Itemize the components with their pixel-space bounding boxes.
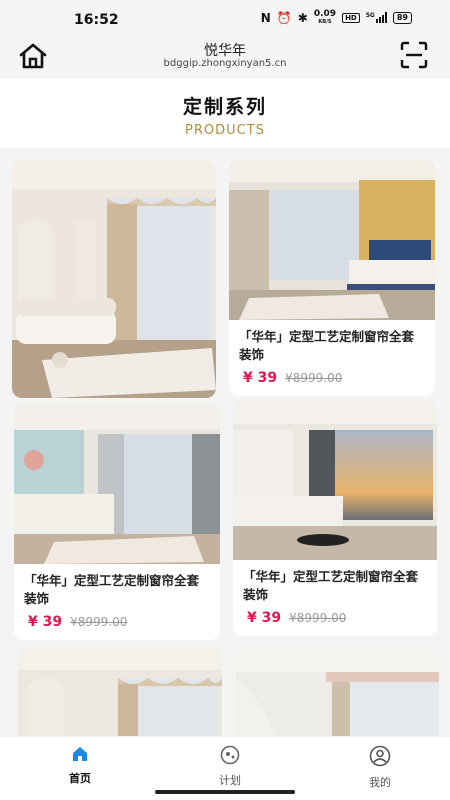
net-speed: 0.09 KB/S bbox=[313, 9, 337, 26]
browser-bar: 悦华年 bdggip.zhongxinyan5.cn bbox=[0, 34, 450, 78]
home-indicator bbox=[155, 790, 295, 794]
status-icons: N ⏰ ✱ 0.09 KB/S HD 5G 89 bbox=[261, 10, 412, 25]
product-card[interactable] bbox=[12, 160, 216, 398]
nfc-icon: N bbox=[260, 10, 271, 25]
product-image bbox=[229, 160, 435, 320]
tab-profile[interactable]: 我的 bbox=[340, 745, 420, 790]
signal-label: 5G bbox=[365, 12, 375, 19]
home-icon bbox=[73, 747, 87, 761]
status-time: 16:52 bbox=[74, 12, 119, 28]
product-card[interactable]: 「华年」定型工艺定制窗帘全套装饰 ¥ 39 ¥8999.00 bbox=[233, 400, 437, 636]
scan-button[interactable] bbox=[400, 41, 428, 69]
product-title: 「华年」定型工艺定制窗帘全套装饰 bbox=[243, 569, 419, 602]
bluetooth-icon: ✱ bbox=[297, 10, 308, 25]
battery-icon: 89 bbox=[392, 11, 412, 24]
price-row: ¥ 39 ¥8999.00 bbox=[233, 604, 437, 632]
status-bar: 16:52 N ⏰ ✱ 0.09 KB/S HD 5G 89 bbox=[0, 0, 450, 34]
product-old-price: ¥8999.00 bbox=[70, 615, 128, 629]
tab-plan[interactable]: 计划 bbox=[190, 745, 270, 788]
tab-home[interactable]: 首页 bbox=[40, 745, 120, 786]
tab-label: 首页 bbox=[69, 772, 91, 785]
tab-label: 计划 bbox=[219, 774, 241, 787]
site-title: 悦华年 bbox=[204, 43, 246, 59]
bottom-tab-bar: 首页 计划 我的 bbox=[0, 736, 450, 800]
product-old-price: ¥8999.00 bbox=[289, 611, 347, 625]
price-row: ¥ 39 ¥8999.00 bbox=[229, 364, 435, 392]
product-card[interactable] bbox=[236, 648, 439, 736]
section-title: 定制系列 bbox=[182, 96, 267, 118]
product-card[interactable]: 「华年」定型工艺定制窗帘全套装饰 ¥ 39 ¥8999.00 bbox=[14, 404, 220, 640]
profile-icon bbox=[369, 745, 391, 767]
product-card[interactable] bbox=[18, 648, 222, 736]
product-title: 「华年」定型工艺定制窗帘全套装饰 bbox=[239, 329, 415, 362]
product-card[interactable]: 「华年」定型工艺定制窗帘全套装饰 ¥ 39 ¥8999.00 bbox=[229, 160, 435, 396]
net-speed-unit: KB/S bbox=[318, 19, 332, 25]
net-speed-value: 0.09 bbox=[313, 9, 337, 19]
product-image bbox=[12, 160, 216, 398]
tab-label: 我的 bbox=[369, 776, 391, 789]
product-old-price: ¥8999.00 bbox=[285, 371, 343, 385]
hd-badge: HD bbox=[342, 12, 360, 23]
main-content[interactable]: 定制系列 PRODUCTS 「华年」定型工艺定制窗帘全套装饰 ¥ 39 ¥899… bbox=[0, 78, 450, 736]
price-row: ¥ 39 ¥8999.00 bbox=[14, 608, 220, 636]
product-image bbox=[14, 404, 220, 564]
signal-icon: 5G bbox=[366, 12, 387, 23]
alarm-icon: ⏰ bbox=[276, 10, 292, 25]
product-price: ¥ 39 bbox=[243, 370, 278, 386]
plan-icon bbox=[220, 745, 240, 765]
product-title: 「华年」定型工艺定制窗帘全套装饰 bbox=[24, 573, 200, 606]
product-price: ¥ 39 bbox=[28, 614, 63, 630]
scan-icon bbox=[400, 41, 428, 69]
product-price: ¥ 39 bbox=[247, 610, 282, 626]
section-header: 定制系列 PRODUCTS bbox=[0, 78, 450, 148]
product-image bbox=[233, 400, 437, 560]
section-subtitle: PRODUCTS bbox=[185, 123, 265, 138]
site-url[interactable]: bdggip.zhongxinyan5.cn bbox=[0, 58, 450, 69]
product-image bbox=[18, 648, 222, 736]
product-image bbox=[236, 648, 439, 736]
